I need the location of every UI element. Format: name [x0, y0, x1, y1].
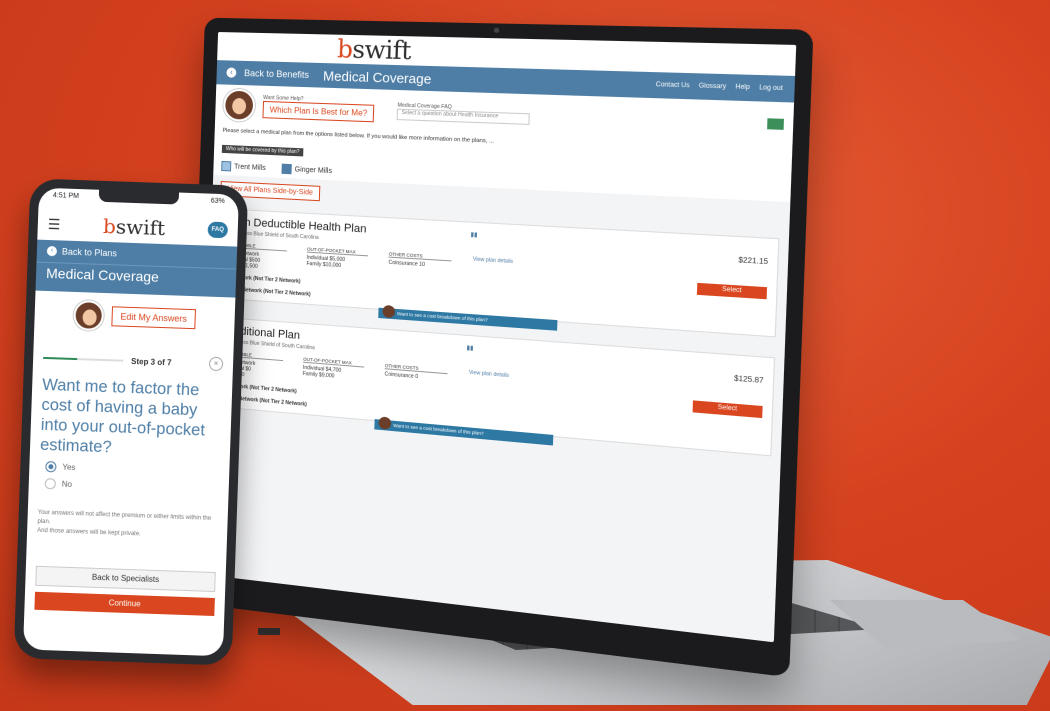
back-arrow-icon[interactable]: ‹ [226, 67, 237, 78]
view-plan-details-link[interactable]: View plan details [468, 370, 534, 403]
continue-button[interactable]: Continue [34, 591, 215, 617]
back-to-benefits-link[interactable]: Back to Benefits [244, 68, 309, 80]
laptop-screen-frame: bswift ‹ Back to Benefits Medical Covera… [185, 17, 814, 678]
radio-icon[interactable] [44, 478, 56, 490]
radio-selected-icon[interactable] [45, 461, 57, 473]
edit-answers-button[interactable]: Edit My Answers [111, 306, 197, 330]
other-costs: Coinsurance 10 [388, 259, 426, 269]
plan-cost: $221.15 [738, 256, 769, 267]
question-text: Want me to factor the cost of having a b… [39, 375, 206, 457]
option-label: No [61, 479, 73, 489]
phone-screen: 4:51 PM 63% ☰ bswift FAQ ‹ Back to Plans… [22, 187, 240, 657]
plan-card-hdhp: High Deductible Health Plan Blue Cross B… [216, 208, 780, 338]
which-plan-button[interactable]: Which Plan Is Best for Me? [262, 100, 375, 122]
phone: 4:51 PM 63% ☰ bswift FAQ ‹ Back to Plans… [13, 178, 249, 666]
camera-icon [493, 27, 499, 34]
glossary-link[interactable]: Glossary [699, 83, 727, 90]
progress-fill [43, 356, 78, 361]
member-ginger[interactable]: Ginger Mills [281, 163, 332, 177]
status-time: 4:51 PM [52, 192, 80, 201]
status-battery: 63% [210, 197, 225, 206]
page-title: Medical Coverage [322, 67, 432, 87]
advisor-avatar [72, 299, 104, 331]
faq-bubble-icon[interactable]: FAQ [207, 221, 229, 239]
details-icon[interactable]: ▮▮ [470, 231, 477, 239]
bswift-logo: bswift [102, 213, 166, 241]
advisor-avatar [222, 88, 256, 122]
advisor-avatar [378, 416, 392, 430]
bswift-logo: bswift [336, 34, 412, 66]
back-label: Back to Plans [61, 246, 118, 259]
member-trent[interactable]: Trent Mills [221, 160, 266, 173]
covered-tag: Who will be covered by this plan? [221, 144, 304, 157]
progress-bar [43, 356, 124, 362]
laptop-screen: bswift ‹ Back to Benefits Medical Covera… [199, 32, 797, 643]
menu-icon[interactable]: ☰ [48, 215, 61, 232]
view-plan-details-link[interactable]: View plan details [472, 256, 538, 287]
checkbox-icon[interactable] [281, 163, 292, 175]
checkbox-icon[interactable] [221, 160, 232, 172]
advisor-avatar [382, 304, 396, 319]
disclaimer: Your answers will not affect the premium… [27, 488, 229, 542]
help-link[interactable]: Help [735, 84, 750, 91]
utility-nav: Contact Us Glossary Help Log out [656, 82, 783, 92]
chat-icon[interactable] [767, 118, 784, 130]
back-arrow-icon: ‹ [46, 245, 58, 257]
usb-port [258, 628, 280, 635]
logout-link[interactable]: Log out [759, 85, 783, 92]
contact-us-link[interactable]: Contact Us [656, 82, 690, 90]
option-label: Yes [62, 462, 76, 473]
step-label: Step 3 of 7 [130, 356, 172, 367]
plan-card-traditional: Traditional Plan Blue Cross Blue Shield … [213, 316, 776, 457]
details-icon[interactable]: ▮▮ [466, 344, 473, 352]
close-icon[interactable]: × [208, 356, 224, 372]
back-to-specialists-button[interactable]: Back to Specialists [35, 565, 216, 593]
edit-row: Edit My Answers [33, 290, 236, 344]
